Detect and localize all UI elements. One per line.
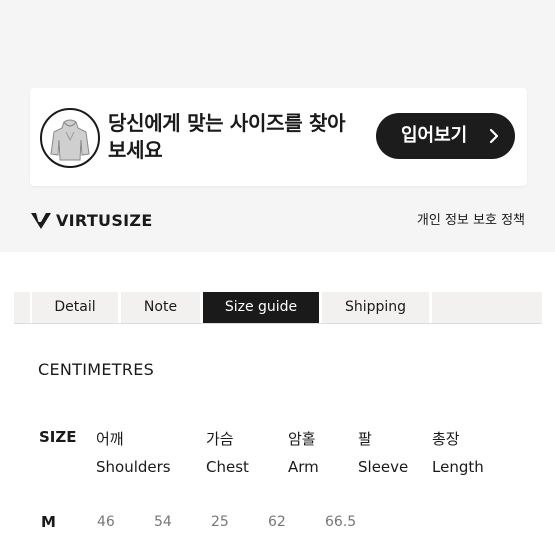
column-header-en: Length <box>432 458 484 476</box>
size-column-header: SIZE <box>39 428 77 446</box>
privacy-policy-link[interactable]: 개인 정보 보호 정책 <box>417 213 525 229</box>
product-tabs: Detail Note Size guide Shipping <box>14 292 542 324</box>
measurement-value: 62 <box>268 514 286 530</box>
column-header-en: Arm <box>288 458 319 476</box>
column-header-kr: 암홀 <box>288 430 316 448</box>
column-header-en: Sleeve <box>358 458 409 476</box>
tab-shipping[interactable]: Shipping <box>322 292 429 323</box>
column-header-kr: 가슴 <box>206 430 234 448</box>
column-header-kr: 총장 <box>432 430 460 448</box>
unit-label: CENTIMETRES <box>38 360 155 379</box>
measurement-value: 66.5 <box>325 514 357 530</box>
tab-spacer <box>14 292 30 323</box>
try-on-label: 입어보기 <box>401 125 468 146</box>
chevron-right-icon <box>489 128 499 144</box>
banner-headline: 당신에게 맞는 사이즈를 찾아 보세요 <box>108 110 378 164</box>
column-header-kr: 어깨 <box>96 430 124 448</box>
brand-name: VIRTUSIZE <box>56 211 153 230</box>
tab-note[interactable]: Note <box>121 292 200 323</box>
column-header-en: Shoulders <box>96 458 171 476</box>
column-header-en: Chest <box>206 458 249 476</box>
measurement-value: 25 <box>211 514 229 530</box>
measurement-value: 46 <box>97 514 115 530</box>
tab-detail[interactable]: Detail <box>32 292 118 323</box>
tab-size-guide[interactable]: Size guide <box>203 292 319 323</box>
tab-spacer <box>432 292 542 323</box>
banner-headline-line1: 당신에게 맞는 사이즈를 찾아 <box>108 111 346 135</box>
find-size-banner: 당신에게 맞는 사이즈를 찾아 보세요 입어보기 <box>30 88 527 186</box>
column-header-kr: 팔 <box>358 430 372 448</box>
hoodie-icon <box>50 119 90 161</box>
measurement-value: 54 <box>154 514 172 530</box>
virtusize-v-icon <box>31 213 51 229</box>
try-on-button[interactable]: 입어보기 <box>376 113 515 159</box>
banner-headline-line2: 보세요 <box>108 138 163 162</box>
size-cell: M <box>41 513 56 531</box>
hoodie-avatar <box>40 108 100 168</box>
